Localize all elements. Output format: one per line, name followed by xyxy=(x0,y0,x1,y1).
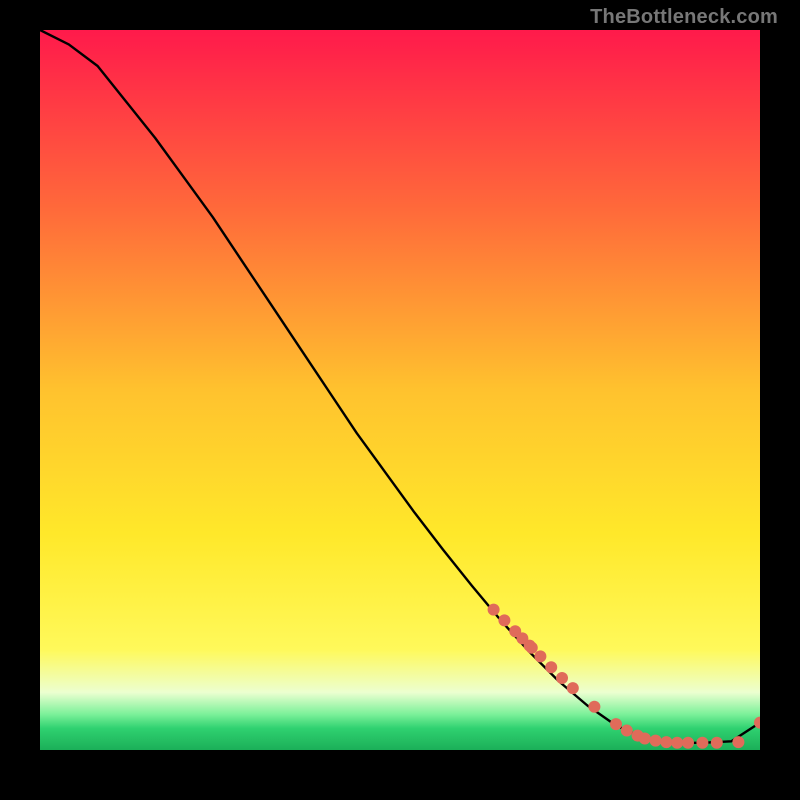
data-point xyxy=(610,718,622,730)
data-point xyxy=(534,650,546,662)
chart-svg xyxy=(40,30,760,750)
data-point xyxy=(732,736,744,748)
data-point xyxy=(682,737,694,749)
data-point xyxy=(660,736,672,748)
data-point xyxy=(588,701,600,713)
data-point xyxy=(526,642,538,654)
data-point xyxy=(556,672,568,684)
data-point xyxy=(650,735,662,747)
data-point xyxy=(498,614,510,626)
chart-stage: TheBottleneck.com xyxy=(0,0,800,800)
data-point xyxy=(711,737,723,749)
data-point xyxy=(488,604,500,616)
data-point xyxy=(639,732,651,744)
watermark-text: TheBottleneck.com xyxy=(590,6,778,29)
data-point xyxy=(696,737,708,749)
chart-background xyxy=(40,30,760,750)
data-point xyxy=(545,661,557,673)
chart-plot xyxy=(40,30,760,750)
data-point xyxy=(671,737,683,749)
data-point xyxy=(621,725,633,737)
data-point xyxy=(567,682,579,694)
